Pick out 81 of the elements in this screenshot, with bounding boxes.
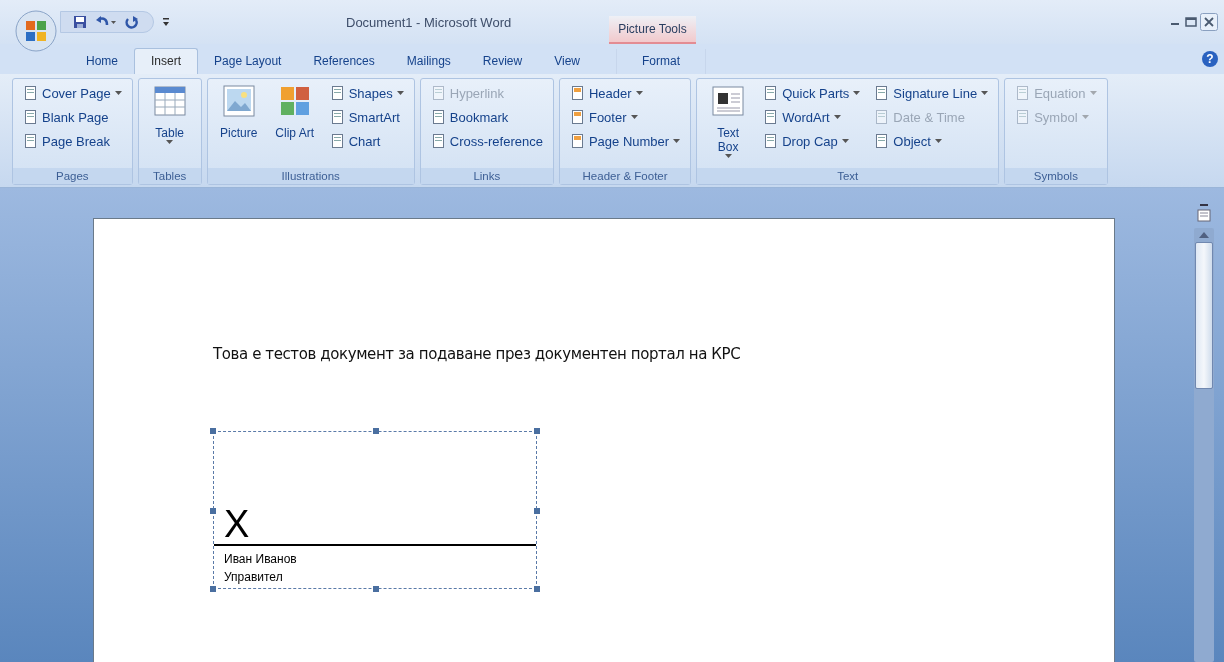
resize-handle[interactable] bbox=[210, 586, 216, 592]
resize-handle[interactable] bbox=[210, 428, 216, 434]
document-icon bbox=[874, 85, 890, 101]
redo-icon[interactable] bbox=[125, 15, 139, 29]
ribbon-button[interactable]: Clip Art bbox=[271, 82, 318, 165]
group-label: Pages bbox=[13, 168, 132, 184]
ribbon-tab[interactable]: Insert bbox=[134, 48, 199, 74]
document-icon bbox=[430, 109, 446, 125]
ribbon-button[interactable]: Page Number bbox=[567, 130, 683, 152]
ribbon-tab[interactable]: Page Layout bbox=[198, 49, 298, 74]
ribbon-button[interactable]: Table bbox=[146, 82, 193, 165]
document-icon bbox=[23, 133, 38, 149]
ribbon-button[interactable]: Bookmark bbox=[428, 106, 545, 128]
ribbon-button[interactable]: Header bbox=[567, 82, 683, 104]
signer-name: Иван Иванов bbox=[223, 551, 298, 568]
scroll-up-icon[interactable] bbox=[1199, 232, 1209, 238]
group-label: Illustrations bbox=[207, 168, 414, 184]
ribbon-tab[interactable]: View bbox=[538, 49, 596, 74]
header-icon bbox=[569, 109, 585, 125]
customize-menu-icon[interactable] bbox=[162, 17, 170, 27]
help-button[interactable]: ? bbox=[1202, 51, 1218, 67]
ribbon-tab[interactable]: Review bbox=[466, 49, 539, 74]
resize-handle[interactable] bbox=[534, 428, 540, 434]
group-label: Tables bbox=[138, 168, 201, 184]
resize-handle[interactable] bbox=[534, 586, 540, 592]
document-icon bbox=[763, 133, 779, 149]
document-icon bbox=[329, 85, 345, 101]
ribbon-button[interactable]: Footer bbox=[567, 106, 683, 128]
ribbon-button[interactable]: Blank Page bbox=[21, 106, 124, 128]
picture-icon bbox=[221, 84, 256, 118]
ribbon-button[interactable]: Shapes bbox=[327, 82, 406, 104]
ribbon-button[interactable]: Picture bbox=[215, 82, 262, 165]
document-icon bbox=[763, 85, 779, 101]
document-icon bbox=[430, 85, 446, 101]
ribbon-button[interactable]: Text Box bbox=[705, 82, 752, 165]
group-label: Links bbox=[420, 168, 553, 184]
document-icon bbox=[329, 133, 345, 149]
ribbon-button[interactable]: WordArt bbox=[761, 106, 863, 128]
paragraph: Това е тестов документ за подаване през документен портал на КРС bbox=[213, 345, 742, 363]
ribbon-button[interactable]: Cover Page bbox=[21, 82, 124, 104]
header-icon bbox=[569, 85, 585, 101]
group-label: Text bbox=[697, 168, 999, 184]
scrollbar-thumb[interactable] bbox=[1195, 242, 1213, 389]
document-icon bbox=[23, 109, 38, 125]
document-icon bbox=[23, 85, 38, 101]
ribbon-button[interactable]: Object bbox=[872, 130, 991, 152]
ribbon-button[interactable]: Cross-reference bbox=[428, 130, 545, 152]
ribbon-button[interactable]: Drop Cap bbox=[761, 130, 863, 152]
save-icon[interactable] bbox=[73, 15, 87, 29]
document-icon bbox=[763, 109, 779, 125]
resize-handle[interactable] bbox=[373, 586, 379, 592]
vertical-scrollbar[interactable] bbox=[1194, 228, 1214, 662]
window-title: Document1 - Microsoft Word bbox=[346, 14, 512, 30]
document-icon bbox=[874, 109, 890, 125]
text-box-icon bbox=[711, 84, 746, 118]
ribbon-tab[interactable]: Mailings bbox=[390, 49, 467, 74]
signature-x-mark: X bbox=[223, 504, 251, 544]
group-label: Header & Footer bbox=[559, 168, 691, 184]
group-label: Symbols bbox=[1005, 168, 1107, 184]
ribbon-button[interactable]: Quick Parts bbox=[761, 82, 863, 104]
contextual-tab-label: Picture Tools bbox=[609, 16, 696, 44]
ribbon-tab[interactable]: References bbox=[297, 49, 391, 74]
header-icon bbox=[569, 133, 585, 149]
table-icon bbox=[152, 84, 187, 118]
document-icon bbox=[1015, 85, 1031, 101]
resize-handle[interactable] bbox=[210, 508, 216, 514]
ruler-toggle-icon[interactable] bbox=[1197, 204, 1211, 224]
document-icon bbox=[1015, 109, 1031, 125]
signer-title: Управител bbox=[223, 569, 284, 586]
document-icon bbox=[329, 109, 345, 125]
resize-handle[interactable] bbox=[534, 508, 540, 514]
document-icon bbox=[430, 133, 446, 149]
ribbon-button[interactable]: Page Break bbox=[21, 130, 124, 152]
ribbon-button[interactable]: Signature Line bbox=[872, 82, 991, 104]
close-icon[interactable] bbox=[1200, 13, 1218, 31]
resize-handle[interactable] bbox=[373, 428, 379, 434]
ribbon-button[interactable]: SmartArt bbox=[327, 106, 406, 128]
ribbon-tab[interactable]: Home bbox=[70, 49, 134, 74]
document-icon bbox=[874, 133, 890, 149]
ribbon-button[interactable]: Chart bbox=[327, 130, 406, 152]
maximize-icon[interactable] bbox=[1184, 15, 1198, 29]
